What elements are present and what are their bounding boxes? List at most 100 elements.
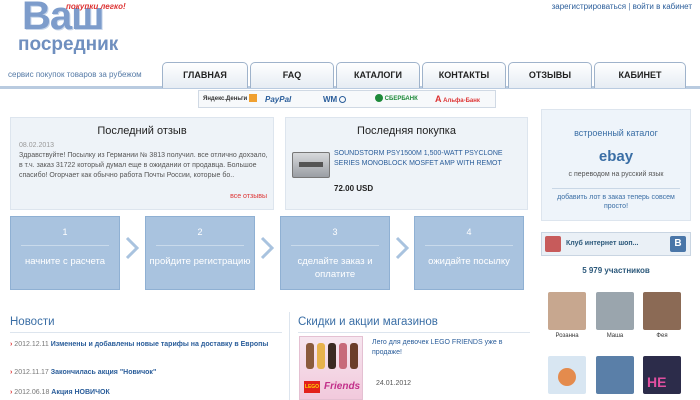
tab-catalogs[interactable]: КАТАЛОГИ	[336, 62, 420, 88]
figure-icon	[339, 343, 347, 369]
catalog-subtitle: с переводом на русский язык	[568, 171, 664, 178]
site-slogan: сервис покупок товаров за рубежом	[8, 70, 142, 79]
figure-icon	[350, 343, 358, 369]
chevron-right-icon	[395, 236, 409, 260]
arrow-right-icon: ›	[10, 369, 13, 376]
chevron-right-icon	[125, 236, 139, 260]
news-date: 2012.06.18	[14, 389, 50, 396]
payment-webmoney: WM	[323, 93, 363, 106]
tab-faq[interactable]: FAQ	[250, 62, 334, 88]
column-divider	[289, 312, 290, 400]
tab-cabinet[interactable]: КАБИНЕТ	[594, 62, 686, 88]
amp-panel-icon	[299, 162, 323, 167]
step-4-divider	[425, 245, 513, 246]
top-links-separator: |	[628, 2, 631, 11]
member-avatar[interactable]	[643, 292, 681, 330]
chevron-right-icon	[260, 236, 274, 260]
promos-title: Скидки и акции магазинов	[298, 316, 438, 328]
figure-icon	[317, 343, 325, 369]
yandex-money-icon	[248, 94, 257, 103]
sberbank-logo-icon	[375, 94, 383, 103]
member-avatar[interactable]	[596, 356, 634, 394]
last-review-panel: Последний отзыв 08.02.2013 Здравствуйте!…	[10, 117, 274, 210]
news-link[interactable]: Закончилась акция "Новичок"	[51, 369, 157, 376]
all-reviews-link[interactable]: все отзывы	[230, 193, 267, 200]
catalog-title: встроенный каталог	[574, 128, 658, 138]
news-date: 2012.11.17	[14, 369, 49, 376]
step-4-number: 4	[466, 227, 472, 237]
step-1-text: начните с расчета	[24, 256, 106, 267]
step-3-number: 3	[332, 227, 338, 237]
step-2-divider	[156, 245, 244, 246]
step-1-number: 1	[62, 227, 68, 237]
step-4-text: ожидайте посылку	[428, 256, 510, 267]
member-name: Маша	[606, 333, 624, 339]
last-purchase-panel: Последняя покупка SOUNDSTORM PSY1500M 1,…	[285, 117, 528, 210]
member-avatar[interactable]	[596, 292, 634, 330]
payment-sberbank-label: СБЕРБАНК	[384, 96, 418, 102]
member-avatar[interactable]	[548, 356, 586, 394]
alfa-logo-icon: А	[435, 94, 442, 104]
figure-icon	[328, 343, 336, 369]
step-1[interactable]: 1 начните с расчета	[10, 216, 120, 290]
member-avatar[interactable]	[548, 292, 586, 330]
last-review-title: Последний отзыв	[97, 125, 187, 137]
news-link[interactable]: Изменены и добавлены новые тарифы на дос…	[51, 341, 269, 348]
promo-link[interactable]: Лего для девочек LEGO FRIENDS уже в прод…	[372, 338, 522, 358]
product-image[interactable]	[292, 152, 330, 178]
friends-logo-icon: Friends	[324, 381, 361, 392]
step-1-divider	[21, 245, 109, 246]
cupcake-icon	[558, 368, 576, 386]
site-logo[interactable]: Ваш посредник покупки легко!	[18, 0, 128, 60]
payment-sberbank: СБЕРБАНК	[375, 93, 431, 106]
login-link[interactable]: войти в кабинет	[633, 2, 692, 11]
news-item[interactable]: › 2012.11.17 Закончилась акция "Новичок"	[10, 368, 282, 378]
payment-paypal: PayPal	[265, 95, 292, 104]
lego-friends-image[interactable]: LEGO Friends	[299, 336, 363, 400]
tab-home[interactable]: ГЛАВНАЯ	[162, 62, 248, 88]
last-purchase-title: Последняя покупка	[357, 125, 456, 137]
product-price: 72.00 USD	[334, 184, 374, 193]
step-2-number: 2	[197, 227, 203, 237]
webmoney-globe-icon	[339, 96, 347, 104]
step-2[interactable]: 2 пройдите регистрацию	[145, 216, 255, 290]
register-link[interactable]: зарегистрироваться	[552, 2, 626, 11]
step-4[interactable]: 4 ожидайте посылку	[414, 216, 524, 290]
ebay-link[interactable]: ebay	[542, 148, 690, 165]
step-2-text: пройдите регистрацию	[149, 256, 251, 267]
arrow-right-icon: ›	[10, 341, 13, 348]
vk-logo-icon: В	[670, 236, 686, 252]
member-avatar[interactable]: HE	[643, 356, 681, 394]
payment-wm-label: WM	[323, 95, 338, 104]
step-3-divider	[291, 245, 379, 246]
tab-contacts[interactable]: КОНТАКТЫ	[422, 62, 506, 88]
payment-yandex: Яндекс.Деньги	[203, 93, 259, 106]
vk-widget-header[interactable]: Клуб интернет шоп... В	[541, 232, 691, 256]
figures-illustration	[306, 343, 358, 373]
payment-methods: Яндекс.Деньги PayPal WM СБЕРБАНК А Альфа…	[198, 90, 496, 108]
vk-club-name: Клуб интернет шоп...	[566, 240, 639, 247]
promo-date: 24.01.2012	[376, 380, 412, 387]
lego-logo-icon: LEGO	[304, 381, 320, 393]
step-3[interactable]: 3 сделайте заказ и оплатите	[280, 216, 390, 290]
logo-small-text: посредник	[18, 34, 119, 55]
promos-divider	[298, 332, 530, 333]
review-text: Здравствуйте! Посылку из Германии № 3813…	[19, 152, 268, 179]
member-name: Розанна	[555, 333, 579, 339]
tab-reviews[interactable]: ОТЗЫВЫ	[508, 62, 592, 88]
step-3-text: сделайте заказ и оплатите	[297, 256, 373, 280]
product-title-link[interactable]: SOUNDSTORM PSY1500M 1,500-WATT PSYCLONE …	[334, 149, 522, 169]
logo-tagline: покупки легко!	[66, 2, 126, 11]
news-item[interactable]: › 2012.12.11 Изменены и добавлены новые …	[10, 340, 282, 350]
news-link[interactable]: Акция НОВИЧОК	[51, 389, 109, 396]
club-avatar-icon	[545, 236, 561, 252]
figure-icon	[306, 343, 314, 369]
vk-members-count: 5 979 участников	[582, 266, 650, 275]
news-date: 2012.12.11	[14, 341, 49, 348]
news-title: Новости	[10, 316, 55, 328]
top-links: зарегистрироваться | войти в кабинет	[552, 2, 692, 11]
review-date: 08.02.2013	[19, 142, 55, 149]
arrow-right-icon: ›	[10, 389, 13, 396]
news-item[interactable]: › 2012.06.18 Акция НОВИЧОК	[10, 388, 282, 398]
catalog-note: добавить лот в заказ теперь совсем прост…	[552, 188, 680, 211]
